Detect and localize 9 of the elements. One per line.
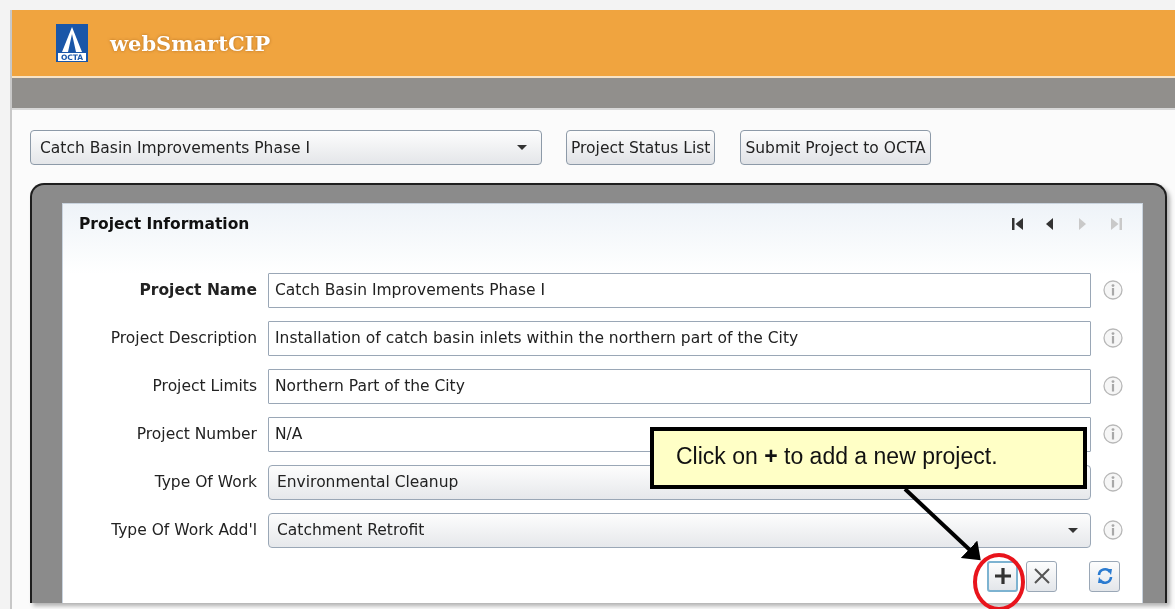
field-label: Type Of Work Add'l xyxy=(110,521,258,539)
callout-tooltip: Click on + to add a new project. xyxy=(650,427,1087,489)
field-label: Project Name xyxy=(138,281,258,299)
field-label: Project Number xyxy=(135,425,258,443)
field-label: Project Description xyxy=(109,329,258,347)
field-label: Type Of Work xyxy=(153,473,258,491)
panel-title: Project Information xyxy=(79,215,251,233)
app-title: webSmartCIP xyxy=(110,30,271,56)
field-label: Project Limits xyxy=(151,377,258,395)
